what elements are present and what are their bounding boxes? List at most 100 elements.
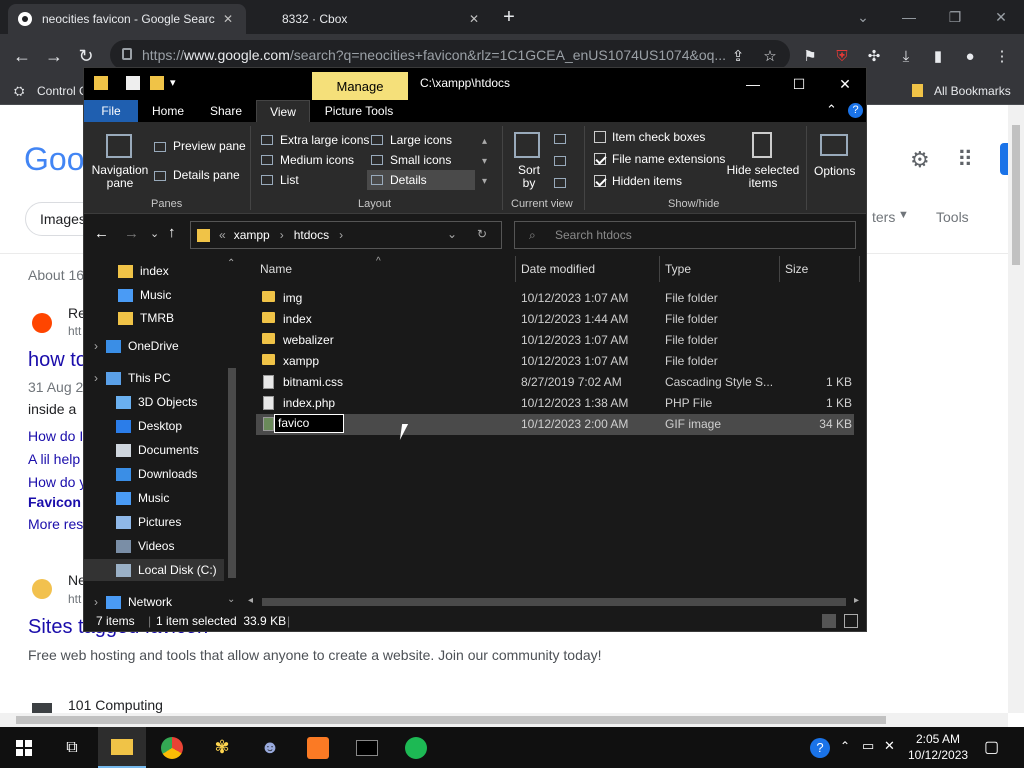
- explorer-address-bar[interactable]: « xampp › htdocs › ⌄ ↻: [190, 221, 502, 249]
- maximize-icon[interactable]: ☐: [776, 68, 822, 100]
- nav-item[interactable]: Videos: [116, 535, 224, 557]
- xampp-taskbar-icon[interactable]: [294, 727, 342, 768]
- scroll-down-icon[interactable]: ⌄: [227, 594, 235, 605]
- quick-access-dropdown-icon[interactable]: ▾: [170, 76, 176, 89]
- help-tray-icon[interactable]: ?: [810, 738, 830, 758]
- tab-search-icon[interactable]: ⌄: [840, 0, 886, 34]
- scroll-thumb[interactable]: [228, 368, 236, 578]
- nav-item[interactable]: Pictures: [116, 511, 224, 533]
- hidden-items-toggle[interactable]: Hidden items: [594, 174, 682, 188]
- tab-file[interactable]: File: [84, 100, 138, 122]
- profile-avatar-icon[interactable]: ●: [958, 44, 982, 68]
- collapse-ribbon-icon[interactable]: ⌃: [826, 102, 837, 118]
- expand-chevron-icon[interactable]: ›: [94, 371, 98, 385]
- nav-item[interactable]: Documents: [116, 439, 224, 461]
- chrome-taskbar-icon[interactable]: [148, 727, 196, 768]
- file-list-horizontal-scrollbar[interactable]: ◂ ▸: [242, 593, 866, 611]
- layout-extra-large-icons[interactable]: Extra large icons: [280, 133, 369, 147]
- chevron-right-icon[interactable]: ›: [339, 228, 343, 242]
- column-divider[interactable]: [859, 256, 860, 282]
- settings-gear-icon[interactable]: ⚙: [910, 147, 930, 173]
- add-columns-icon[interactable]: [554, 156, 566, 166]
- back-arrow-icon[interactable]: ←: [8, 42, 36, 70]
- character-app-icon[interactable]: ☻: [246, 727, 294, 768]
- address-dropdown-icon[interactable]: ⌄: [447, 227, 457, 241]
- nav-pane-scrollbar[interactable]: ⌃ ⌄: [224, 256, 240, 611]
- close-window-icon[interactable]: ✕: [978, 0, 1024, 34]
- details-pane-button[interactable]: Details pane: [173, 168, 240, 182]
- column-header-name[interactable]: Name: [260, 262, 292, 276]
- column-divider[interactable]: [779, 256, 780, 282]
- checkbox-checked-icon[interactable]: [594, 175, 606, 187]
- all-bookmarks[interactable]: All Bookmarks: [934, 84, 1011, 98]
- column-divider[interactable]: [659, 256, 660, 282]
- new-tab-button[interactable]: +: [494, 0, 524, 34]
- show-hidden-icons-icon[interactable]: ⌃: [840, 739, 850, 753]
- group-by-icon[interactable]: [554, 134, 566, 144]
- nav-item[interactable]: index: [118, 260, 224, 282]
- minimize-icon[interactable]: —: [886, 0, 932, 34]
- notifications-icon[interactable]: ▢: [984, 737, 999, 757]
- file-explorer-taskbar-icon[interactable]: [98, 727, 146, 768]
- large-icons-view-icon[interactable]: [844, 614, 858, 628]
- nav-item[interactable]: Local Disk (C:): [84, 559, 224, 581]
- scroll-thumb[interactable]: [16, 716, 886, 724]
- side-panel-icon[interactable]: ▮: [926, 44, 950, 68]
- options-button[interactable]: Options: [814, 164, 855, 178]
- nav-item[interactable]: Desktop: [116, 415, 224, 437]
- nav-item[interactable]: › This PC: [94, 367, 224, 389]
- tools-button[interactable]: Tools: [936, 209, 969, 225]
- page-horizontal-scrollbar[interactable]: [0, 713, 1008, 727]
- file-row[interactable]: bitnami.css 8/27/2019 7:02 AM Cascading St…: [256, 372, 854, 393]
- tab-picture-tools[interactable]: Picture Tools: [316, 100, 402, 122]
- filters-menu[interactable]: ters: [872, 209, 895, 225]
- tab-google-search[interactable]: neocities favicon - Google Searc ✕: [8, 4, 246, 34]
- tab-view[interactable]: View: [256, 100, 310, 122]
- sign-in-button[interactable]: [1000, 143, 1008, 175]
- nav-item[interactable]: Music: [118, 284, 224, 306]
- nav-item[interactable]: 3D Objects: [116, 391, 224, 413]
- page-vertical-scrollbar[interactable]: [1008, 105, 1024, 713]
- extensions-puzzle-icon[interactable]: ✣: [862, 44, 886, 68]
- nav-item[interactable]: › Network: [94, 591, 224, 611]
- bookmark-star-icon[interactable]: ☆: [758, 44, 782, 68]
- scroll-left-icon[interactable]: ◂: [248, 595, 253, 606]
- expand-chevron-icon[interactable]: ›: [94, 595, 98, 609]
- restore-icon[interactable]: ❐: [932, 0, 978, 34]
- manage-contextual-tab[interactable]: Manage: [312, 72, 408, 100]
- shield-extension-icon[interactable]: ⛨: [830, 44, 854, 68]
- system-clock[interactable]: 2:05 AM 10/12/2023: [908, 731, 968, 763]
- task-view-icon[interactable]: ⧉: [48, 727, 96, 768]
- volume-muted-icon[interactable]: ✕: [884, 738, 895, 754]
- layout-list[interactable]: List: [280, 173, 299, 187]
- column-header-type[interactable]: Type: [665, 262, 691, 276]
- overflow-chevron-icon[interactable]: «: [219, 228, 226, 242]
- sitelink-favicon[interactable]: Favicon: [28, 494, 81, 510]
- file-name-extensions-toggle[interactable]: File name extensions: [594, 152, 725, 166]
- column-header-size[interactable]: Size: [785, 262, 808, 276]
- expand-chevron-icon[interactable]: ›: [94, 339, 98, 353]
- forward-arrow-icon[interactable]: →: [124, 225, 139, 242]
- up-arrow-icon[interactable]: ↑: [168, 224, 176, 241]
- refresh-icon[interactable]: ↻: [477, 227, 487, 241]
- more-results-link[interactable]: More res: [28, 516, 83, 532]
- breadcrumb-xampp[interactable]: xampp: [234, 228, 270, 242]
- sitelink[interactable]: How do I: [28, 428, 83, 444]
- bee-app-icon[interactable]: ✾: [198, 727, 246, 768]
- breadcrumb-htdocs[interactable]: htdocs: [294, 228, 329, 242]
- network-tray-icon[interactable]: ▭: [862, 738, 874, 754]
- hide-selected-items-button[interactable]: Hide selected items: [726, 164, 800, 190]
- nav-item[interactable]: TMRB: [118, 307, 224, 329]
- download-icon[interactable]: ⤓: [894, 44, 918, 68]
- bookmark-control[interactable]: Control C: [37, 84, 88, 98]
- nav-item[interactable]: Downloads: [116, 463, 224, 485]
- forward-arrow-icon[interactable]: →: [40, 42, 68, 70]
- chevron-right-icon[interactable]: ›: [280, 228, 284, 242]
- layout-scroll-icon[interactable]: ▴ ▾ ▾: [482, 132, 487, 192]
- back-arrow-icon[interactable]: ←: [94, 225, 109, 242]
- file-row[interactable]: img 10/12/2023 1:07 AM File folder: [256, 288, 854, 309]
- minimize-icon[interactable]: —: [730, 68, 776, 100]
- menu-kebab-icon[interactable]: ⋮: [990, 44, 1014, 68]
- terminal-taskbar-icon[interactable]: [343, 727, 391, 768]
- nav-item[interactable]: › OneDrive: [94, 335, 224, 357]
